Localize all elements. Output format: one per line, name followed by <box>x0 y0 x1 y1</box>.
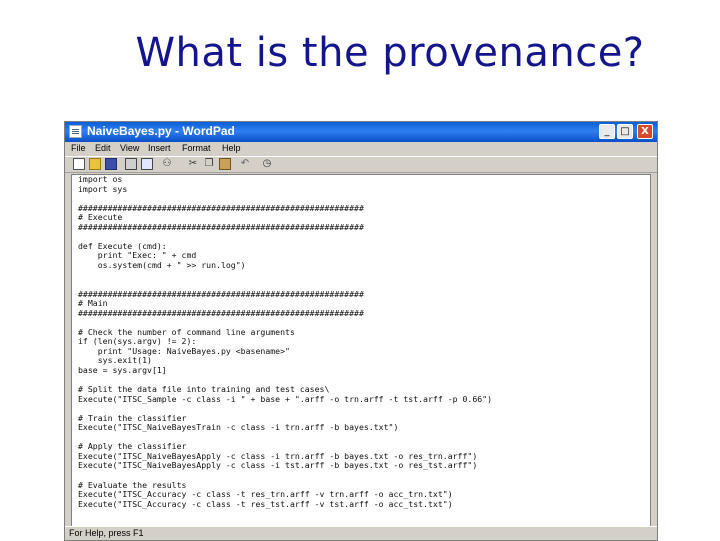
code-line: print "Usage: NaiveBayes.py <basename>" <box>97 345 290 356</box>
menu-bar: File Edit View Insert Format Help <box>65 142 657 156</box>
copy-icon[interactable]: ❐ <box>203 158 215 170</box>
code-line: ########################################… <box>78 202 364 213</box>
minimize-button[interactable]: _ <box>599 124 615 139</box>
code-line: # Check the number of command line argum… <box>78 326 295 337</box>
code-line: base = sys.argv[1] <box>78 364 167 375</box>
code-line: # Apply the classifier <box>78 441 187 452</box>
code-line: import os <box>78 174 123 184</box>
menu-view[interactable]: View <box>120 143 139 153</box>
code-line: Execute("ITSC_Accuracy -c class -t res_t… <box>78 498 453 509</box>
close-button[interactable]: X <box>637 124 653 139</box>
undo-icon[interactable]: ↶ <box>239 158 251 170</box>
code-line: # Evaluate the results <box>78 479 187 490</box>
menu-file[interactable]: File <box>71 143 86 153</box>
toolbar: ⚇ ✂ ❐ ↶ ◷ <box>65 156 657 173</box>
code-line: def Execute (cmd): <box>78 240 167 251</box>
code-line: import sys <box>78 183 128 194</box>
new-icon[interactable] <box>73 158 85 170</box>
code-line: Execute("ITSC_Accuracy -c class -t res_t… <box>78 489 453 500</box>
document-editor[interactable]: import os import sys ###################… <box>71 174 651 527</box>
code-line: ########################################… <box>78 288 364 299</box>
code-line: os.system(cmd + " >> run.log") <box>97 259 246 270</box>
maximize-button[interactable]: □ <box>617 124 633 139</box>
slide-title: What is the provenance? <box>135 30 645 76</box>
status-text: For Help, press F1 <box>69 528 144 538</box>
paste-icon[interactable] <box>219 158 231 170</box>
wordpad-app-icon[interactable] <box>69 125 82 138</box>
code-text[interactable]: import os import sys ###################… <box>78 175 492 509</box>
code-line: # Train the classifier <box>78 412 187 423</box>
code-line: Execute("ITSC_NaiveBayesApply -c class -… <box>78 460 478 471</box>
print-preview-icon[interactable] <box>141 158 153 170</box>
menu-insert[interactable]: Insert <box>148 143 171 153</box>
code-line: Execute("ITSC_NaiveBayesApply -c class -… <box>78 450 478 461</box>
code-line: # Main <box>78 298 108 309</box>
open-icon[interactable] <box>89 158 101 170</box>
print-icon[interactable] <box>125 158 137 170</box>
code-line: if (len(sys.argv) != 2): <box>78 336 197 347</box>
status-bar: For Help, press F1 <box>65 526 657 540</box>
code-line: Execute("ITSC_NaiveBayesTrain -c class -… <box>78 422 399 433</box>
code-line: Execute("ITSC_Sample -c class -i " + bas… <box>78 393 493 404</box>
code-line: print "Exec: " + cmd <box>97 250 197 261</box>
code-line: ########################################… <box>78 221 364 232</box>
wordpad-window: NaiveBayes.py - WordPad _ □ X File Edit … <box>64 121 658 541</box>
code-line: # Execute <box>78 212 123 223</box>
menu-edit[interactable]: Edit <box>95 143 111 153</box>
window-title: NaiveBayes.py - WordPad <box>87 124 235 138</box>
cut-icon[interactable]: ✂ <box>187 158 199 170</box>
code-line: # Split the data file into training and … <box>78 384 330 395</box>
menu-format[interactable]: Format <box>182 143 211 153</box>
title-bar[interactable]: NaiveBayes.py - WordPad _ □ X <box>65 122 657 142</box>
menu-help[interactable]: Help <box>222 143 241 153</box>
code-line: ########################################… <box>78 307 364 318</box>
code-line: sys.exit(1) <box>97 355 152 366</box>
date-time-icon[interactable]: ◷ <box>261 158 273 170</box>
save-icon[interactable] <box>105 158 117 170</box>
find-icon[interactable]: ⚇ <box>161 158 173 170</box>
